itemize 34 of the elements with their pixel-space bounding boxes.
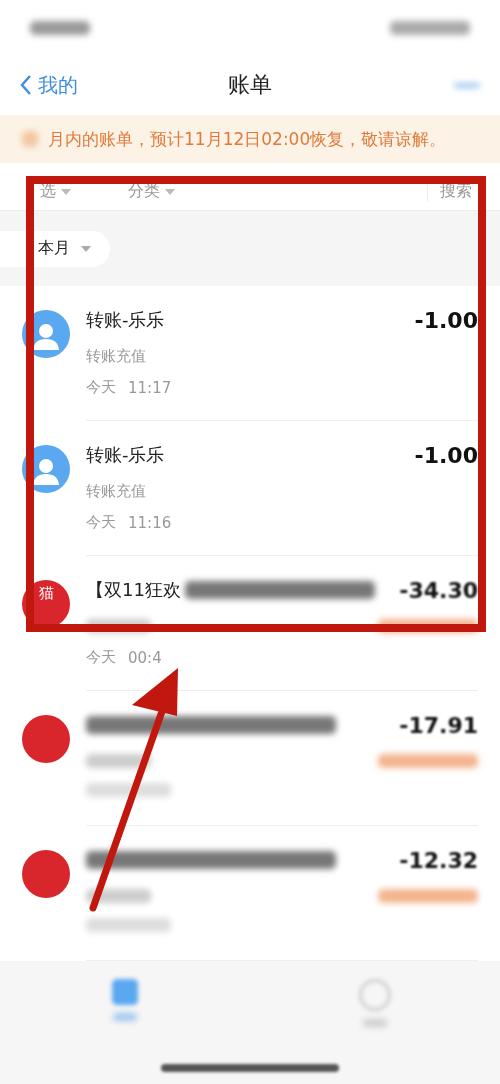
page-title: 账单 [228, 71, 272, 99]
transaction-time: 00:4 [128, 648, 162, 667]
notice-text: 月内的账单，预计11月12日02:00恢复，敬请谅解。 [48, 127, 447, 151]
person-icon [32, 322, 60, 352]
person-icon [32, 457, 60, 487]
shop-avatar [22, 850, 70, 898]
transaction-amount: -34.30 [399, 577, 478, 603]
filter-dropdown[interactable]: 选 [40, 181, 72, 202]
shop-avatar [22, 715, 70, 763]
blurred-status-time [30, 20, 90, 35]
transaction-amount: -1.00 [414, 442, 478, 468]
transaction-amount: -17.91 [399, 712, 478, 738]
caret-icon [80, 244, 92, 253]
transaction-time: 11:17 [128, 378, 172, 397]
search-button[interactable]: 搜索 [427, 181, 500, 202]
transaction-title: 转账-乐乐 [86, 443, 165, 467]
transaction-title: 转账-乐乐 [86, 308, 165, 332]
more-icon[interactable] [454, 82, 480, 88]
back-link[interactable]: 我的 [20, 71, 78, 99]
caret-icon [164, 187, 176, 196]
transaction-category: 转账充值 [86, 346, 146, 366]
chevron-left-icon [20, 74, 32, 96]
transaction-amount: -1.00 [414, 307, 478, 333]
transaction-title: 【双11狂欢 [86, 578, 181, 602]
transaction-category: 转账充值 [86, 481, 146, 501]
notice-icon [22, 131, 38, 147]
caret-icon [60, 187, 72, 196]
transaction-amount: -12.32 [399, 847, 478, 873]
period-dropdown[interactable]: 本月 [0, 230, 110, 267]
transaction-day: 今天 [86, 513, 116, 532]
transaction-day: 今天 [86, 378, 116, 397]
transaction-time: 11:16 [128, 513, 172, 532]
transaction-day: 今天 [86, 648, 116, 667]
filter-dropdown[interactable]: 分类 [128, 181, 176, 202]
